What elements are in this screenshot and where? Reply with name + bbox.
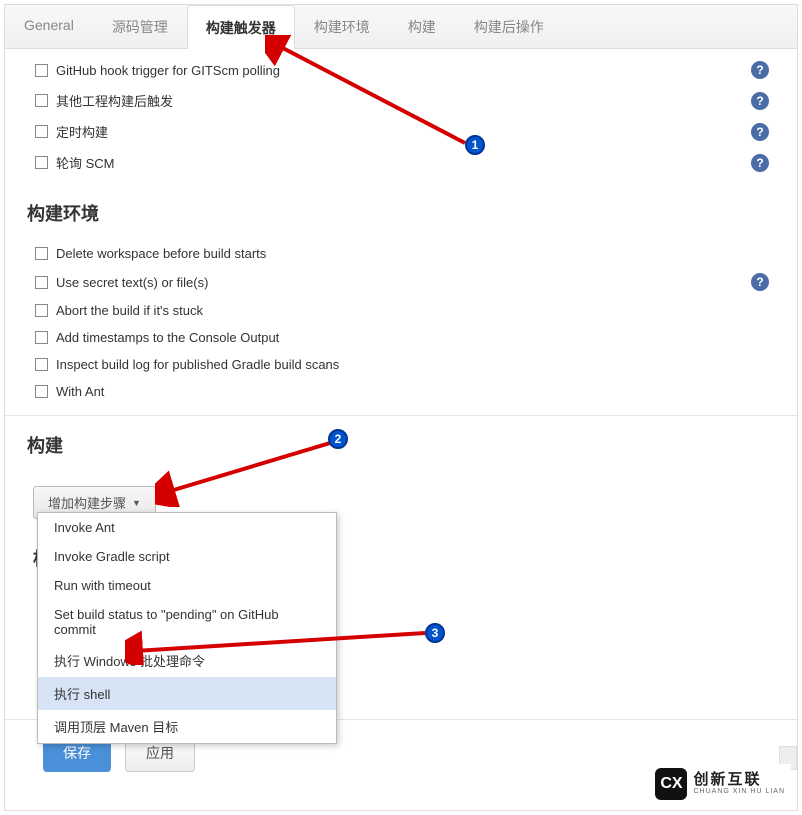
watermark-logo: CX 创新互联 CHUANG XIN HU LIAN (649, 764, 791, 804)
help-icon[interactable]: ? (751, 154, 769, 172)
dropdown-item-invoke-ant[interactable]: Invoke Ant (38, 513, 336, 542)
tab-build-triggers[interactable]: 构建触发器 (187, 5, 295, 49)
tab-post-build[interactable]: 构建后操作 (455, 5, 563, 48)
env-label: Inspect build log for published Gradle b… (56, 357, 783, 372)
trigger-label: GitHub hook trigger for GITScm polling (56, 63, 751, 78)
env-label: With Ant (56, 384, 783, 399)
help-icon[interactable]: ? (751, 123, 769, 141)
dropdown-item-windows-batch[interactable]: 执行 Windows 批处理命令 (38, 644, 336, 677)
trigger-label: 定时构建 (56, 122, 751, 141)
tab-build-environment[interactable]: 构建环境 (295, 5, 389, 48)
trigger-other-project-row: 其他工程构建后触发 ? (5, 85, 797, 116)
section-build: 构建 (5, 415, 797, 472)
env-abort-row: Abort the build if it's stuck (5, 297, 797, 324)
trigger-label: 轮询 SCM (56, 153, 751, 172)
logo-mark-icon: CX (655, 768, 687, 800)
env-label: Add timestamps to the Console Output (56, 330, 783, 345)
checkbox-delete-ws[interactable] (35, 247, 48, 260)
tab-general[interactable]: General (5, 5, 93, 48)
add-build-step-label: 增加构建步骤 (48, 493, 126, 512)
env-timestamps-row: Add timestamps to the Console Output (5, 324, 797, 351)
dropdown-item-timeout[interactable]: Run with timeout (38, 571, 336, 600)
tab-scm[interactable]: 源码管理 (93, 5, 187, 48)
help-icon[interactable]: ? (751, 92, 769, 110)
section-build-environment: 构建环境 (5, 184, 797, 240)
env-label: Delete workspace before build starts (56, 246, 783, 261)
annotation-badge-2: 2 (328, 429, 348, 449)
trigger-scheduled-row: 定时构建 ? (5, 116, 797, 147)
config-tabs: General 源码管理 构建触发器 构建环境 构建 构建后操作 (5, 5, 797, 49)
add-build-step-dropdown: Invoke Ant Invoke Gradle script Run with… (37, 512, 337, 744)
dropdown-item-shell[interactable]: 执行 shell (38, 677, 336, 710)
annotation-badge-1: 1 (465, 135, 485, 155)
checkbox-abort[interactable] (35, 304, 48, 317)
logo-text-en: CHUANG XIN HU LIAN (693, 788, 785, 796)
logo-text-cn: 创新互联 (693, 772, 785, 789)
checkbox-scheduled[interactable] (35, 125, 48, 138)
checkbox-github-hook[interactable] (35, 64, 48, 77)
chevron-down-icon: ▼ (132, 498, 141, 508)
trigger-poll-scm-row: 轮询 SCM ? (5, 147, 797, 178)
trigger-github-hook-row: GitHub hook trigger for GITScm polling ? (5, 55, 797, 85)
help-icon[interactable]: ? (751, 61, 769, 79)
env-gradle-scan-row: Inspect build log for published Gradle b… (5, 351, 797, 378)
checkbox-secret[interactable] (35, 276, 48, 289)
annotation-badge-3: 3 (425, 623, 445, 643)
checkbox-with-ant[interactable] (35, 385, 48, 398)
checkbox-timestamps[interactable] (35, 331, 48, 344)
env-delete-ws-row: Delete workspace before build starts (5, 240, 797, 267)
help-icon[interactable]: ? (751, 273, 769, 291)
dropdown-item-gradle[interactable]: Invoke Gradle script (38, 542, 336, 571)
dropdown-item-maven[interactable]: 调用顶层 Maven 目标 (38, 710, 336, 743)
env-with-ant-row: With Ant (5, 378, 797, 405)
tab-build[interactable]: 构建 (389, 5, 455, 48)
checkbox-other-project[interactable] (35, 94, 48, 107)
trigger-label: 其他工程构建后触发 (56, 91, 751, 110)
env-secret-row: Use secret text(s) or file(s) ? (5, 267, 797, 297)
checkbox-poll-scm[interactable] (35, 156, 48, 169)
checkbox-gradle-scan[interactable] (35, 358, 48, 371)
dropdown-item-pending[interactable]: Set build status to "pending" on GitHub … (38, 600, 336, 644)
env-label: Abort the build if it's stuck (56, 303, 783, 318)
env-label: Use secret text(s) or file(s) (56, 275, 751, 290)
